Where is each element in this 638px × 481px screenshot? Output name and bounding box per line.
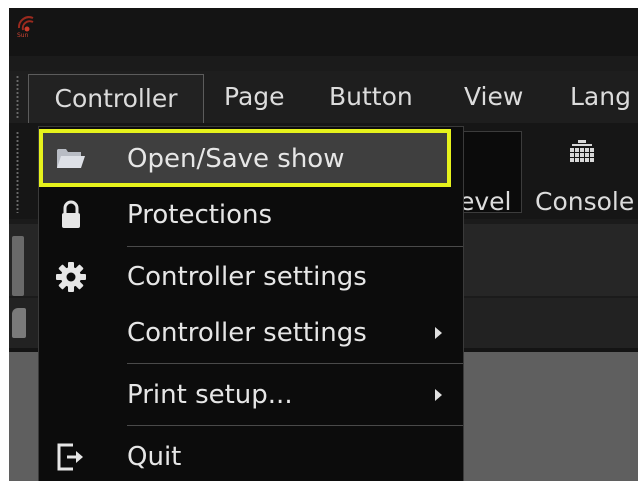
folder-open-icon xyxy=(57,149,85,168)
menu-item-label: Print setup... xyxy=(127,380,293,410)
console-label[interactable]: Console xyxy=(535,187,634,217)
submenu-arrow-icon xyxy=(435,389,442,401)
submenu-arrow-icon xyxy=(435,327,442,339)
left-panel-handle[interactable] xyxy=(12,236,24,296)
menu-item-controller-settings-submenu[interactable]: Controller settings xyxy=(39,305,463,361)
level-label: evel xyxy=(459,187,512,216)
menu-view[interactable]: View xyxy=(464,82,523,112)
menu-item-quit[interactable]: Quit xyxy=(39,429,463,481)
app-logo-icon xyxy=(17,16,34,32)
menu-item-label: Protections xyxy=(127,200,273,230)
menu-button[interactable]: Button xyxy=(329,82,413,112)
menu-language[interactable]: Lang xyxy=(570,82,631,112)
menu-separator xyxy=(127,425,463,426)
title-bar: Sun xyxy=(9,8,638,56)
left-panel-tab[interactable] xyxy=(12,308,26,338)
menubar-grip[interactable] xyxy=(16,75,19,119)
console-grid-icon xyxy=(570,140,594,162)
menu-separator xyxy=(127,246,463,247)
menu-item-label: Controller settings xyxy=(127,318,367,348)
gear-icon xyxy=(56,262,86,292)
toolbar-grip[interactable] xyxy=(16,131,19,213)
logo-text: Sun xyxy=(17,32,29,39)
menu-item-label: Open/Save show xyxy=(127,144,345,174)
menu-item-open-save-show[interactable]: Open/Save show xyxy=(39,130,463,186)
app-window: Sun Controller Page Button View Lang eve… xyxy=(9,8,638,481)
exit-icon xyxy=(57,443,83,471)
menu-item-label: Quit xyxy=(127,442,182,472)
menu-item-print-setup[interactable]: Print setup... xyxy=(39,367,463,423)
menu-page[interactable]: Page xyxy=(224,82,285,112)
menu-controller[interactable]: Controller xyxy=(28,74,204,124)
menu-separator xyxy=(127,363,463,364)
menu-item-protections[interactable]: Protections xyxy=(39,187,463,243)
menu-item-controller-settings[interactable]: Controller settings xyxy=(39,249,463,305)
menu-bar: Controller Page Button View Lang xyxy=(9,71,638,124)
controller-dropdown-menu: Open/Save show Protections Controller se… xyxy=(38,126,464,481)
lock-icon xyxy=(62,200,80,228)
menu-item-label: Controller settings xyxy=(127,262,367,292)
